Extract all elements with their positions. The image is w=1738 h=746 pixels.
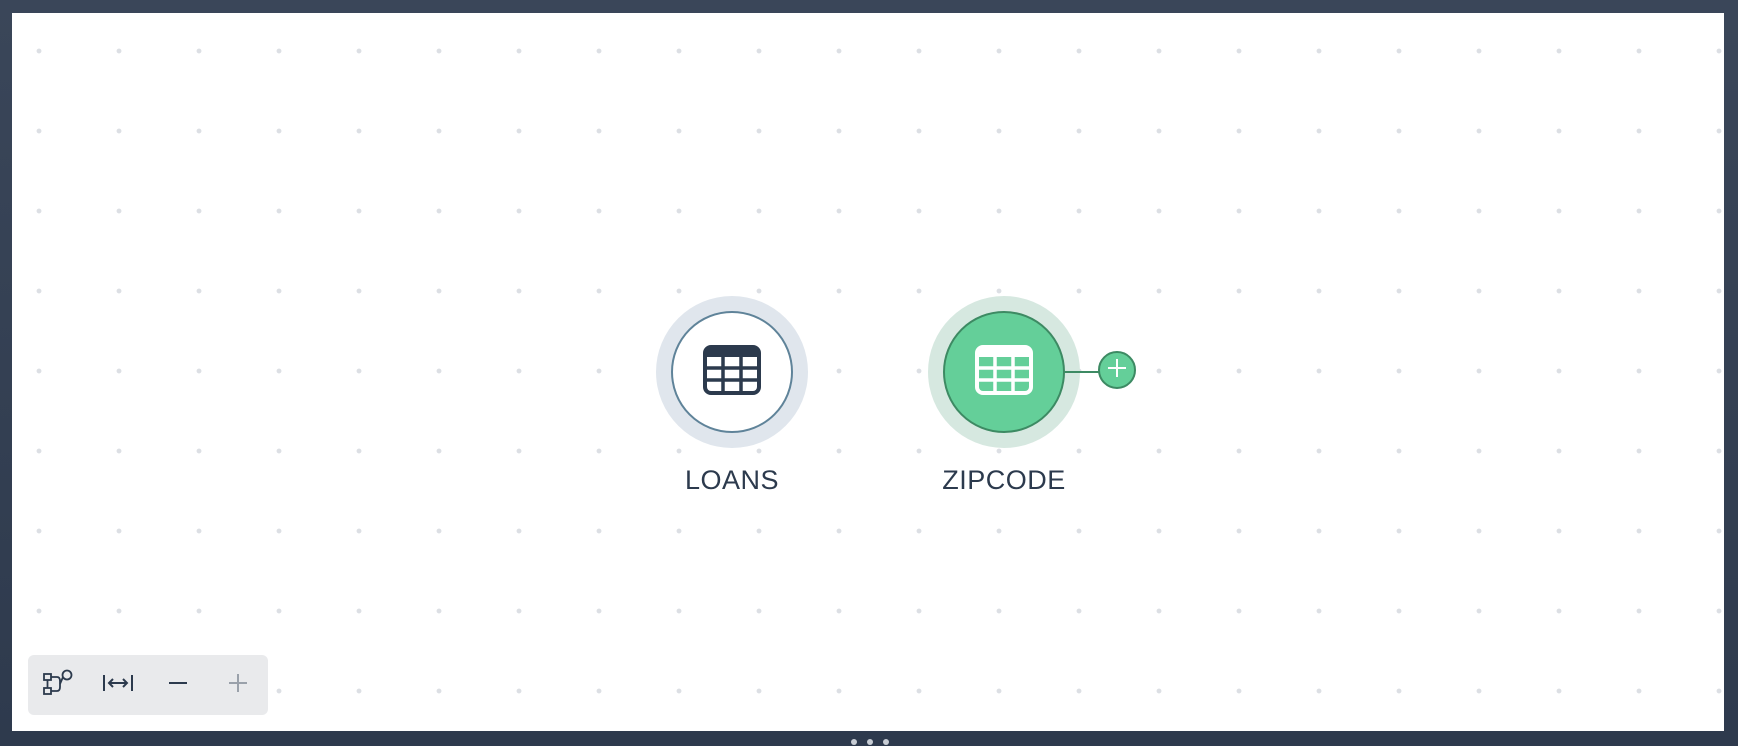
- add-connector-line: [1064, 371, 1100, 373]
- app-frame: LOANS ZIPCODE: [0, 0, 1738, 746]
- auto-layout-icon: [42, 669, 74, 702]
- zoom-out-button[interactable]: [148, 655, 208, 715]
- resize-handle[interactable]: [845, 739, 895, 746]
- node-zipcode[interactable]: [928, 296, 1080, 448]
- graph-canvas[interactable]: LOANS ZIPCODE: [12, 13, 1724, 731]
- plus-icon: [1106, 357, 1128, 384]
- zoom-in-icon: [228, 673, 248, 698]
- zoom-out-icon: [168, 673, 188, 698]
- node-label-zipcode: ZIPCODE: [942, 465, 1066, 495]
- node-zipcode-circle[interactable]: [943, 311, 1065, 433]
- canvas-toolbar: [28, 655, 268, 715]
- zoom-in-button[interactable]: [208, 655, 268, 715]
- node-loans[interactable]: [656, 296, 808, 448]
- add-node-button[interactable]: [1098, 351, 1136, 389]
- auto-layout-button[interactable]: [28, 655, 88, 715]
- fit-to-screen-icon: [102, 673, 134, 698]
- table-icon: [703, 344, 761, 400]
- table-icon: [975, 344, 1033, 400]
- node-label-loans: LOANS: [684, 465, 780, 495]
- node-loans-circle[interactable]: [671, 311, 793, 433]
- fit-to-screen-button[interactable]: [88, 655, 148, 715]
